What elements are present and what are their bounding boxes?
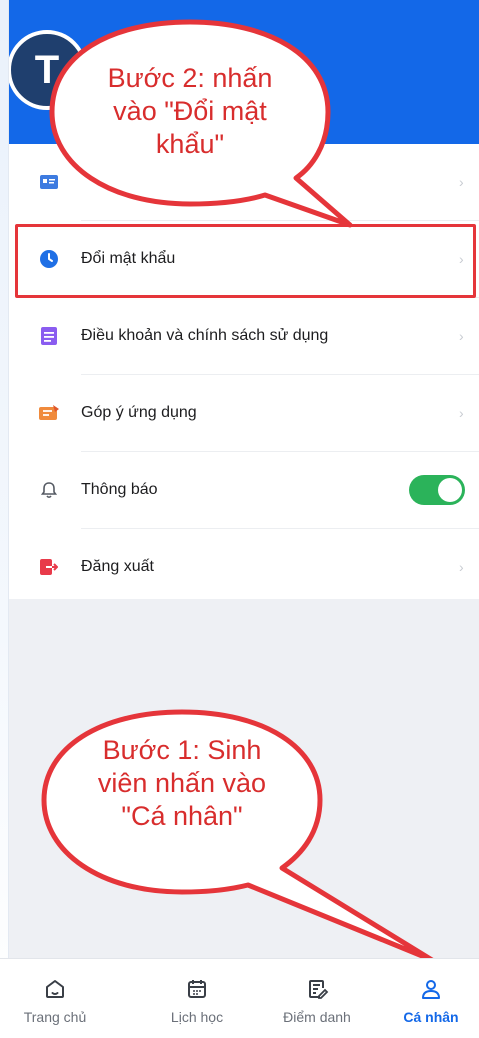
callout-step1-text: Bước 1: Sinh viên nhấn vào "Cá nhân" xyxy=(97,735,267,831)
tab-label: Cá nhân xyxy=(403,1009,459,1025)
tab-attendance[interactable]: Điểm danh xyxy=(262,959,372,1038)
tab-schedule[interactable]: Lịch học xyxy=(142,959,252,1038)
callout-step2-text: Bước 2: nhấn vào "Đổi mật khẩu" xyxy=(107,63,273,159)
tab-label: Điểm danh xyxy=(283,1009,351,1025)
home-icon xyxy=(43,977,67,1001)
tab-label: Trang chủ xyxy=(23,1009,87,1025)
bottom-nav: Trang chủ Lịch học Điểm danh Cá nhân xyxy=(0,958,479,1038)
tab-personal[interactable]: Cá nhân xyxy=(383,959,479,1038)
tab-label: Lịch học xyxy=(170,1009,224,1025)
attendance-icon xyxy=(305,977,329,1001)
person-icon xyxy=(419,977,443,1001)
calendar-icon xyxy=(185,977,209,1001)
tab-home[interactable]: Trang chủ xyxy=(0,959,110,1038)
